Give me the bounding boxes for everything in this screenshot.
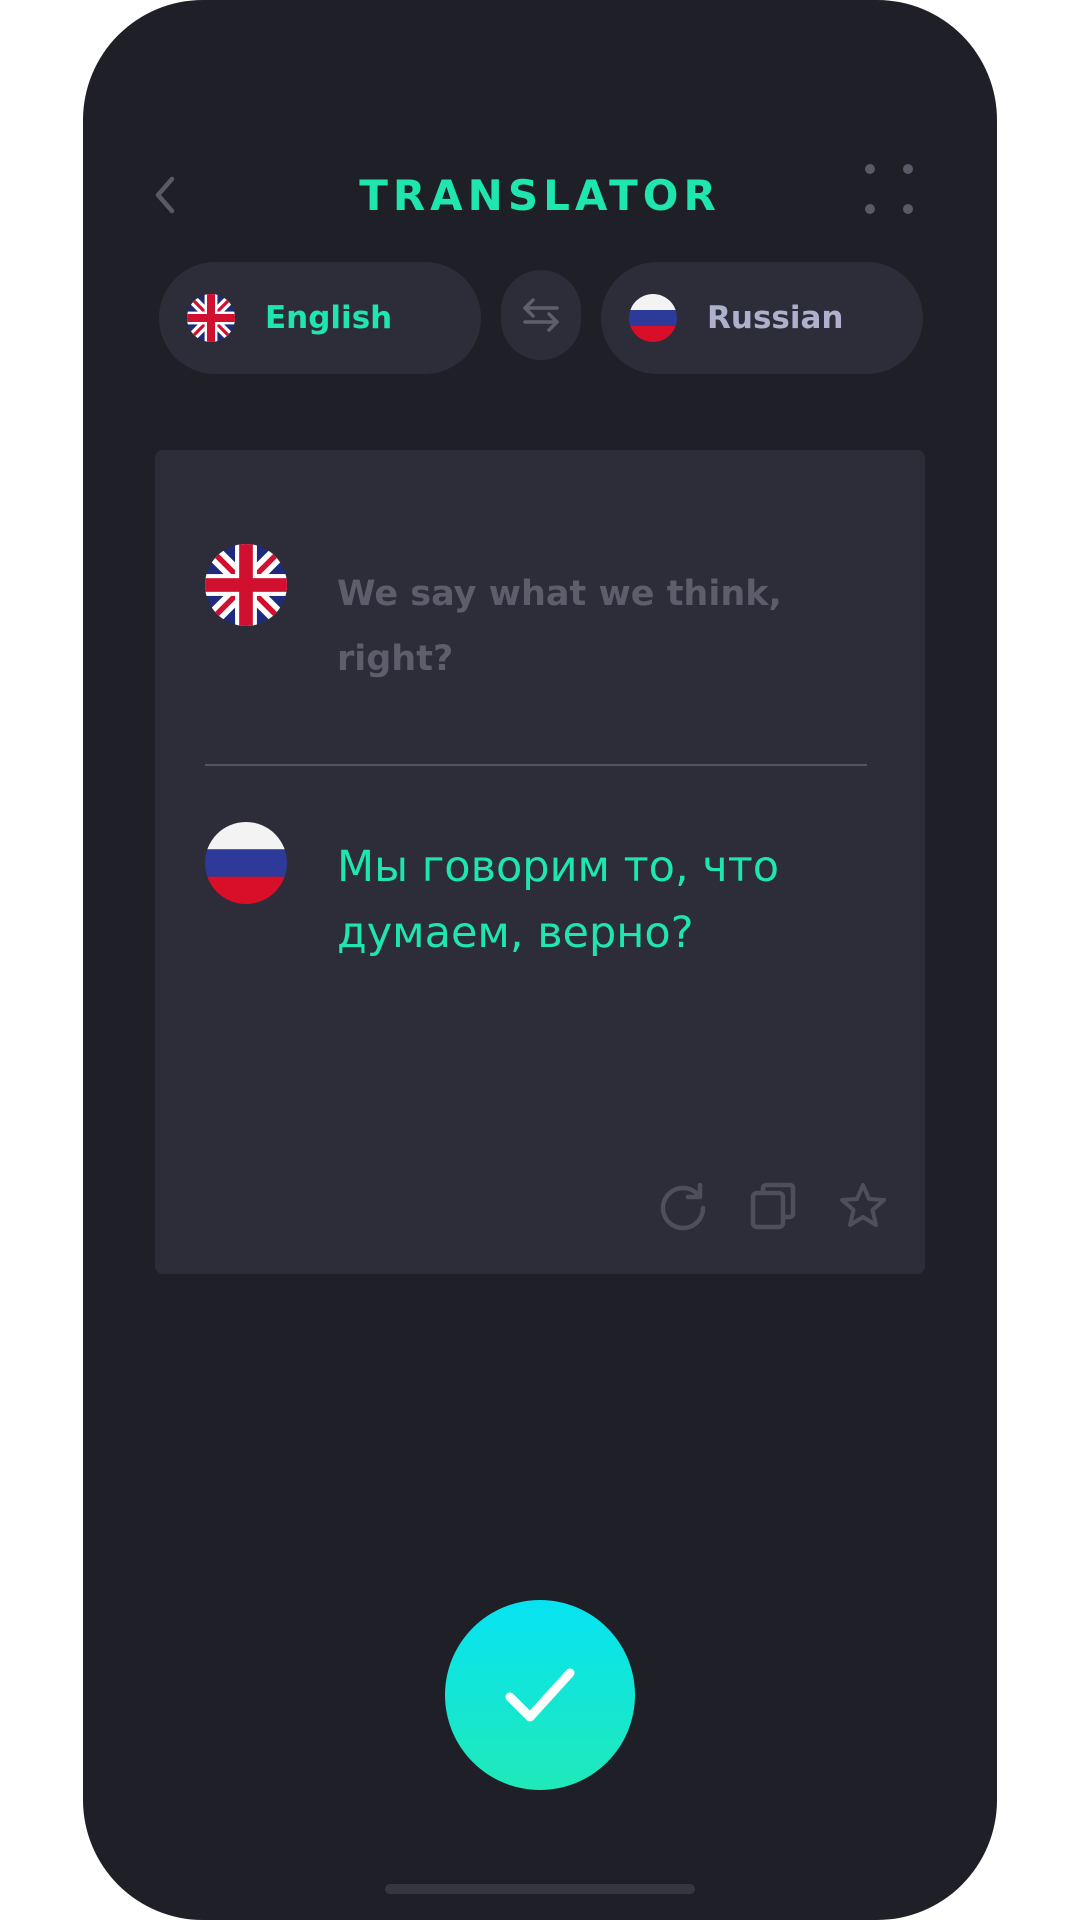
source-language-label: English	[265, 300, 393, 336]
home-indicator	[385, 1884, 695, 1894]
copy-button[interactable]	[747, 1180, 799, 1232]
copy-icon	[750, 1182, 796, 1230]
target-language-label: Russian	[707, 300, 844, 336]
phone-screen: TRANSLATOR English Russian We say what w…	[83, 0, 997, 1920]
source-text-input[interactable]: We say what we think, right?	[337, 562, 807, 692]
russia-flag-icon	[629, 294, 677, 342]
source-language-selector[interactable]: English	[159, 262, 481, 374]
grid-dots-icon[interactable]	[865, 164, 921, 220]
star-icon	[840, 1183, 886, 1227]
translation-card: We say what we think, right? Мы говорим …	[155, 450, 925, 1274]
swap-arrows-icon	[523, 298, 559, 332]
confirm-button[interactable]	[445, 1600, 635, 1790]
refresh-button[interactable]	[657, 1180, 709, 1232]
refresh-icon	[660, 1182, 706, 1231]
page-title: TRANSLATOR	[359, 171, 721, 220]
russia-flag-icon	[205, 822, 287, 904]
swap-languages-button[interactable]	[501, 270, 581, 360]
target-language-selector[interactable]: Russian	[601, 262, 923, 374]
uk-flag-icon	[205, 544, 287, 626]
uk-flag-icon	[187, 294, 235, 342]
translated-text: Мы говорим то, что думаем, верно?	[337, 842, 780, 958]
check-icon	[505, 1668, 575, 1722]
divider	[205, 764, 867, 766]
favorite-button[interactable]	[837, 1180, 889, 1232]
